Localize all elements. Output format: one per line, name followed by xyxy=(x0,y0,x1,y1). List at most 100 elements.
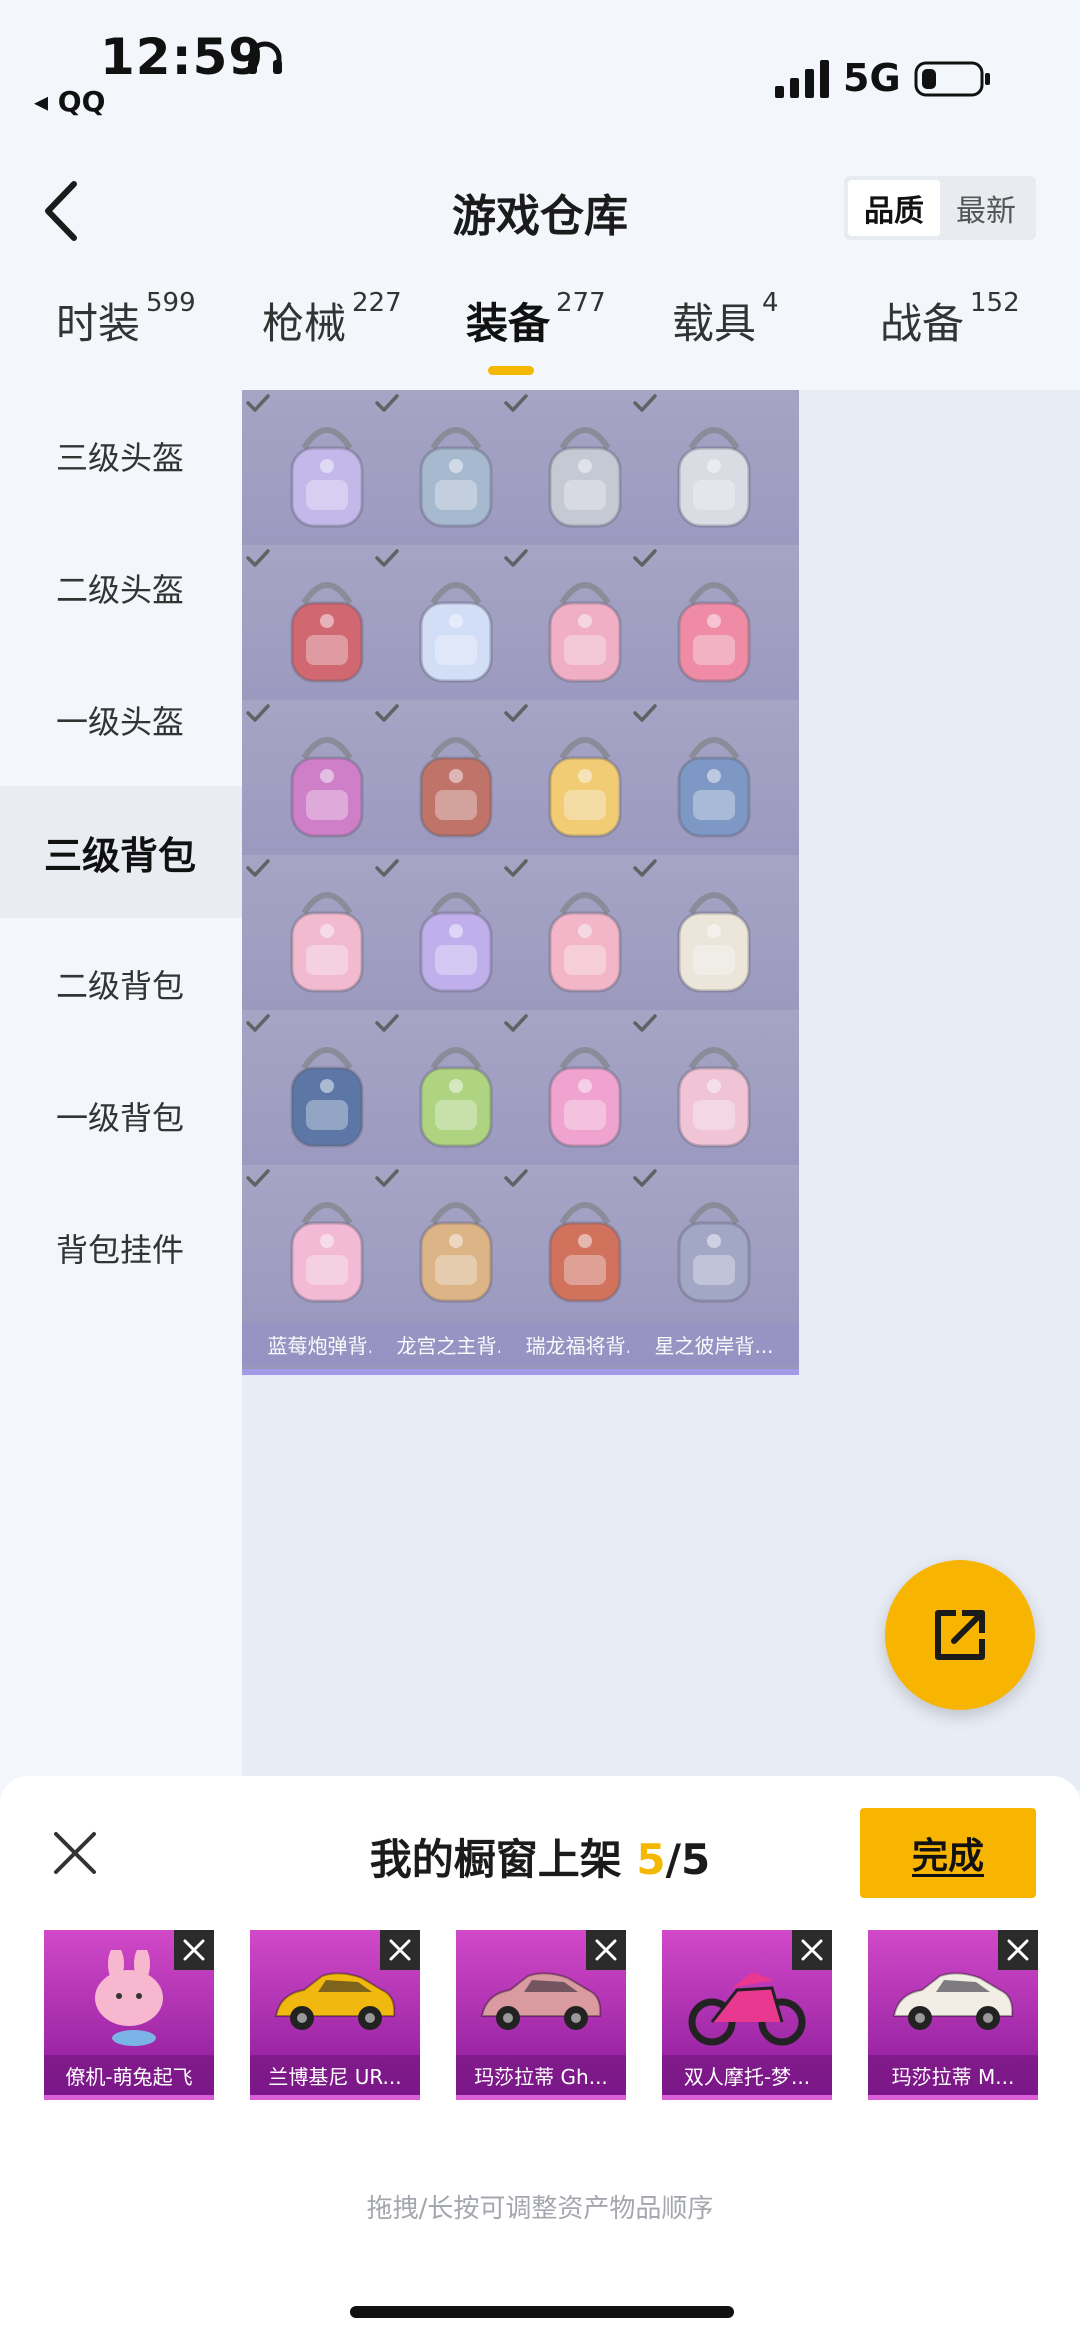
status-bar: 12:59 ◂ QQ 5G xyxy=(0,0,1080,130)
close-icon[interactable] xyxy=(50,1828,100,1878)
sidebar-item-level3-helmet[interactable]: 三级头盔 xyxy=(0,390,242,522)
checkmark-icon xyxy=(504,704,528,722)
tab-firearms[interactable]: 枪械 227 xyxy=(262,288,402,351)
tab-count: 277 xyxy=(556,288,606,318)
checkmark-icon xyxy=(504,859,528,877)
checkmark-icon xyxy=(633,1014,657,1032)
sidebar-item-level3-backpack[interactable]: 三级背包 xyxy=(0,786,242,918)
checkmark-icon xyxy=(375,1014,399,1032)
backpack-card[interactable]: 星之彼岸背... xyxy=(629,1165,799,1375)
showcase-item[interactable]: 双人摩托-梦... xyxy=(662,1930,832,2100)
remove-item-button[interactable] xyxy=(792,1930,832,1970)
checkmark-icon xyxy=(633,859,657,877)
active-tab-indicator xyxy=(488,366,534,375)
checkmark-icon xyxy=(504,394,528,412)
backpack-image xyxy=(548,737,622,838)
checkmark-icon xyxy=(375,394,399,412)
tab-count: 227 xyxy=(352,288,402,318)
backpack-image xyxy=(290,427,364,528)
backpack-image xyxy=(290,892,364,993)
page-title: 游戏仓库 xyxy=(452,191,628,242)
showcase-item-name: 玛莎拉蒂 M... xyxy=(868,2055,1038,2095)
checkmark-icon xyxy=(504,1169,528,1187)
showcase-list: 僚机-萌兔起飞 兰博基尼 UR... 玛莎拉蒂 Gh... 双人摩托-梦... 玛莎拉蒂… xyxy=(44,1930,1044,2100)
showcase-sheet: 我的橱窗上架 5/5 完成 僚机-萌兔起飞 兰博基尼 UR... 玛莎拉蒂 Gh..… xyxy=(0,1776,1080,2341)
backpack-image xyxy=(548,427,622,528)
showcase-title: 我的橱窗上架 5/5 xyxy=(300,1826,780,1887)
tab-count: 152 xyxy=(970,288,1020,318)
backpack-image xyxy=(290,1202,364,1303)
checkmark-icon xyxy=(375,704,399,722)
showcase-item[interactable]: 僚机-萌兔起飞 xyxy=(44,1930,214,2100)
showcase-item[interactable]: 兰博基尼 UR... xyxy=(250,1930,420,2100)
showcase-item-name: 兰博基尼 UR... xyxy=(250,2055,420,2095)
backpack-image xyxy=(419,427,493,528)
remove-item-button[interactable] xyxy=(998,1930,1038,1970)
checkmark-icon xyxy=(375,1169,399,1187)
showcase-item-name: 僚机-萌兔起飞 xyxy=(44,2055,214,2095)
checkmark-icon xyxy=(375,549,399,567)
backpack-image xyxy=(677,892,751,993)
home-indicator[interactable] xyxy=(350,2306,734,2318)
back-to-app[interactable]: ◂ QQ xyxy=(34,85,105,118)
showcase-item[interactable]: 玛莎拉蒂 Gh... xyxy=(456,1930,626,2100)
tab-vehicles[interactable]: 载具 4 xyxy=(672,288,779,351)
showcase-count: 5 xyxy=(636,1835,666,1884)
checkmark-icon xyxy=(504,1014,528,1032)
tab-label: 战备 xyxy=(880,299,965,348)
checkmark-icon xyxy=(504,549,528,567)
backpack-image xyxy=(677,427,751,528)
tab-fashion[interactable]: 时装 599 xyxy=(56,288,196,351)
tab-battle-supplies[interactable]: 战备 152 xyxy=(880,288,1020,351)
back-arrow-icon[interactable] xyxy=(38,178,88,244)
close-icon xyxy=(595,1939,617,1961)
checkmark-icon xyxy=(633,394,657,412)
remove-item-button[interactable] xyxy=(380,1930,420,1970)
remove-item-button[interactable] xyxy=(586,1930,626,1970)
sort-by-quality[interactable]: 品质 xyxy=(848,180,940,236)
backpack-image xyxy=(677,582,751,683)
checkmark-icon xyxy=(246,704,270,722)
close-icon xyxy=(1007,1939,1029,1961)
remove-item-button[interactable] xyxy=(174,1930,214,1970)
showcase-item[interactable]: 玛莎拉蒂 M... xyxy=(868,1930,1038,2100)
tab-count: 599 xyxy=(146,288,196,318)
backpack-image xyxy=(677,1202,751,1303)
backpack-image xyxy=(548,892,622,993)
sidebar-item-level1-helmet[interactable]: 一级头盔 xyxy=(0,654,242,786)
showcase-title-text: 我的橱窗上架 xyxy=(369,1835,637,1884)
checkmark-icon xyxy=(246,394,270,412)
sidebar-item-level1-backpack[interactable]: 一级背包 xyxy=(0,1050,242,1182)
backpack-image xyxy=(290,582,364,683)
tab-count: 4 xyxy=(762,288,779,318)
tab-label: 载具 xyxy=(672,299,757,348)
backpack-image xyxy=(419,1202,493,1303)
checkmark-icon xyxy=(246,1014,270,1032)
signal-icon xyxy=(775,60,829,98)
category-tabs: 时装 599 枪械 227 装备 277 载具 4 战备 152 xyxy=(0,288,1080,390)
checkmark-icon xyxy=(633,704,657,722)
close-icon xyxy=(183,1939,205,1961)
close-icon xyxy=(801,1939,823,1961)
share-icon xyxy=(935,1610,985,1660)
network-type: 5G xyxy=(843,56,901,100)
tab-label: 时装 xyxy=(56,299,141,348)
sidebar-item-level2-helmet[interactable]: 二级头盔 xyxy=(0,522,242,654)
backpack-image xyxy=(290,737,364,838)
showcase-total: /5 xyxy=(665,1835,711,1884)
backpack-image xyxy=(677,737,751,838)
done-button[interactable]: 完成 xyxy=(860,1808,1036,1898)
sidebar-item-level2-backpack[interactable]: 二级背包 xyxy=(0,918,242,1050)
subcategory-sidebar: 三级头盔 二级头盔 一级头盔 三级背包 二级背包 一级背包 背包挂件 xyxy=(0,390,242,1790)
tab-label: 枪械 xyxy=(262,299,347,348)
share-button[interactable] xyxy=(885,1560,1035,1710)
showcase-item-name: 双人摩托-梦... xyxy=(662,2055,832,2095)
sort-by-newest[interactable]: 最新 xyxy=(940,180,1032,236)
sort-toggle: 品质 最新 xyxy=(844,176,1036,240)
clock: 12:59 xyxy=(100,28,265,86)
close-icon xyxy=(389,1939,411,1961)
sidebar-item-backpack-charm[interactable]: 背包挂件 xyxy=(0,1182,242,1314)
headphone-icon xyxy=(248,41,282,74)
backpack-image xyxy=(290,1047,364,1148)
tab-equipment[interactable]: 装备 277 xyxy=(466,288,606,351)
